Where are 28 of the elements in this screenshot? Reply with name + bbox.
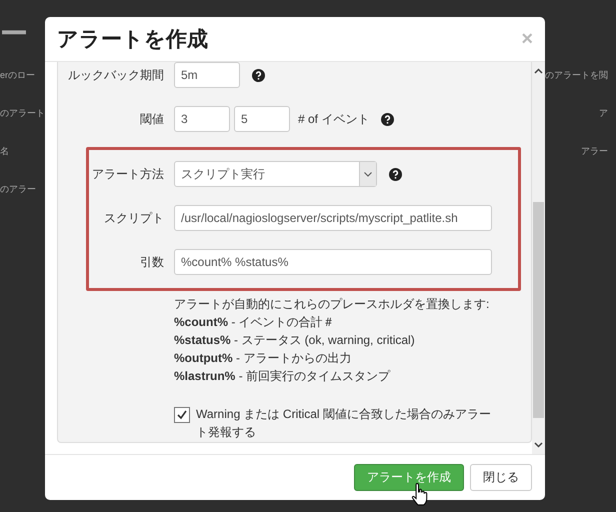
input-field[interactable]: /usr/local/nagioslogserver/scripts/myscript_patlite.sh bbox=[174, 205, 492, 231]
field-label: スクリプト bbox=[103, 210, 165, 226]
page-text: のアラートを閲 bbox=[545, 68, 608, 82]
page-text: ア bbox=[599, 106, 608, 120]
page-text: アラー bbox=[581, 144, 608, 158]
help-text: アラートが自動的にこれらのプレースホルダを置換します: bbox=[174, 296, 490, 313]
page-text: のアラー bbox=[0, 182, 36, 196]
help-text: %lastrun% - 前回実行のタイムスタンプ bbox=[174, 368, 392, 385]
help-text: %output% - アラートからの出力 bbox=[174, 350, 352, 367]
field-label: ルックバック期間 bbox=[67, 66, 165, 84]
close-dialog-button[interactable]: 閉じる bbox=[470, 464, 532, 491]
field-label: アラート方法 bbox=[91, 166, 165, 182]
dialog-title: アラートを作成 bbox=[57, 27, 208, 53]
page-text: 名 bbox=[0, 144, 9, 158]
input-field[interactable]: %count% %status% bbox=[174, 249, 492, 275]
field-suffix: # of イベント bbox=[298, 110, 370, 128]
input-field[interactable]: 3 bbox=[174, 106, 230, 132]
page-title: ー bbox=[0, 17, 28, 51]
input-field[interactable]: 5 bbox=[234, 106, 290, 132]
help-text: %count% - イベントの合計＃ bbox=[174, 314, 336, 331]
dropdown[interactable]: スクリプト実行 bbox=[174, 161, 377, 187]
field-label: 閾値 bbox=[139, 110, 165, 128]
page-text: のアラート bbox=[0, 106, 45, 120]
page-text: erのロー bbox=[0, 68, 36, 82]
help-text: %status% - ステータス (ok, warning, critical) bbox=[174, 332, 416, 349]
checkbox-label: Warning または Critical 閾値に合致した場合のみアラート発報する bbox=[196, 406, 492, 441]
input-field[interactable]: 5m bbox=[174, 62, 240, 88]
field-label: 引数 bbox=[139, 254, 165, 270]
